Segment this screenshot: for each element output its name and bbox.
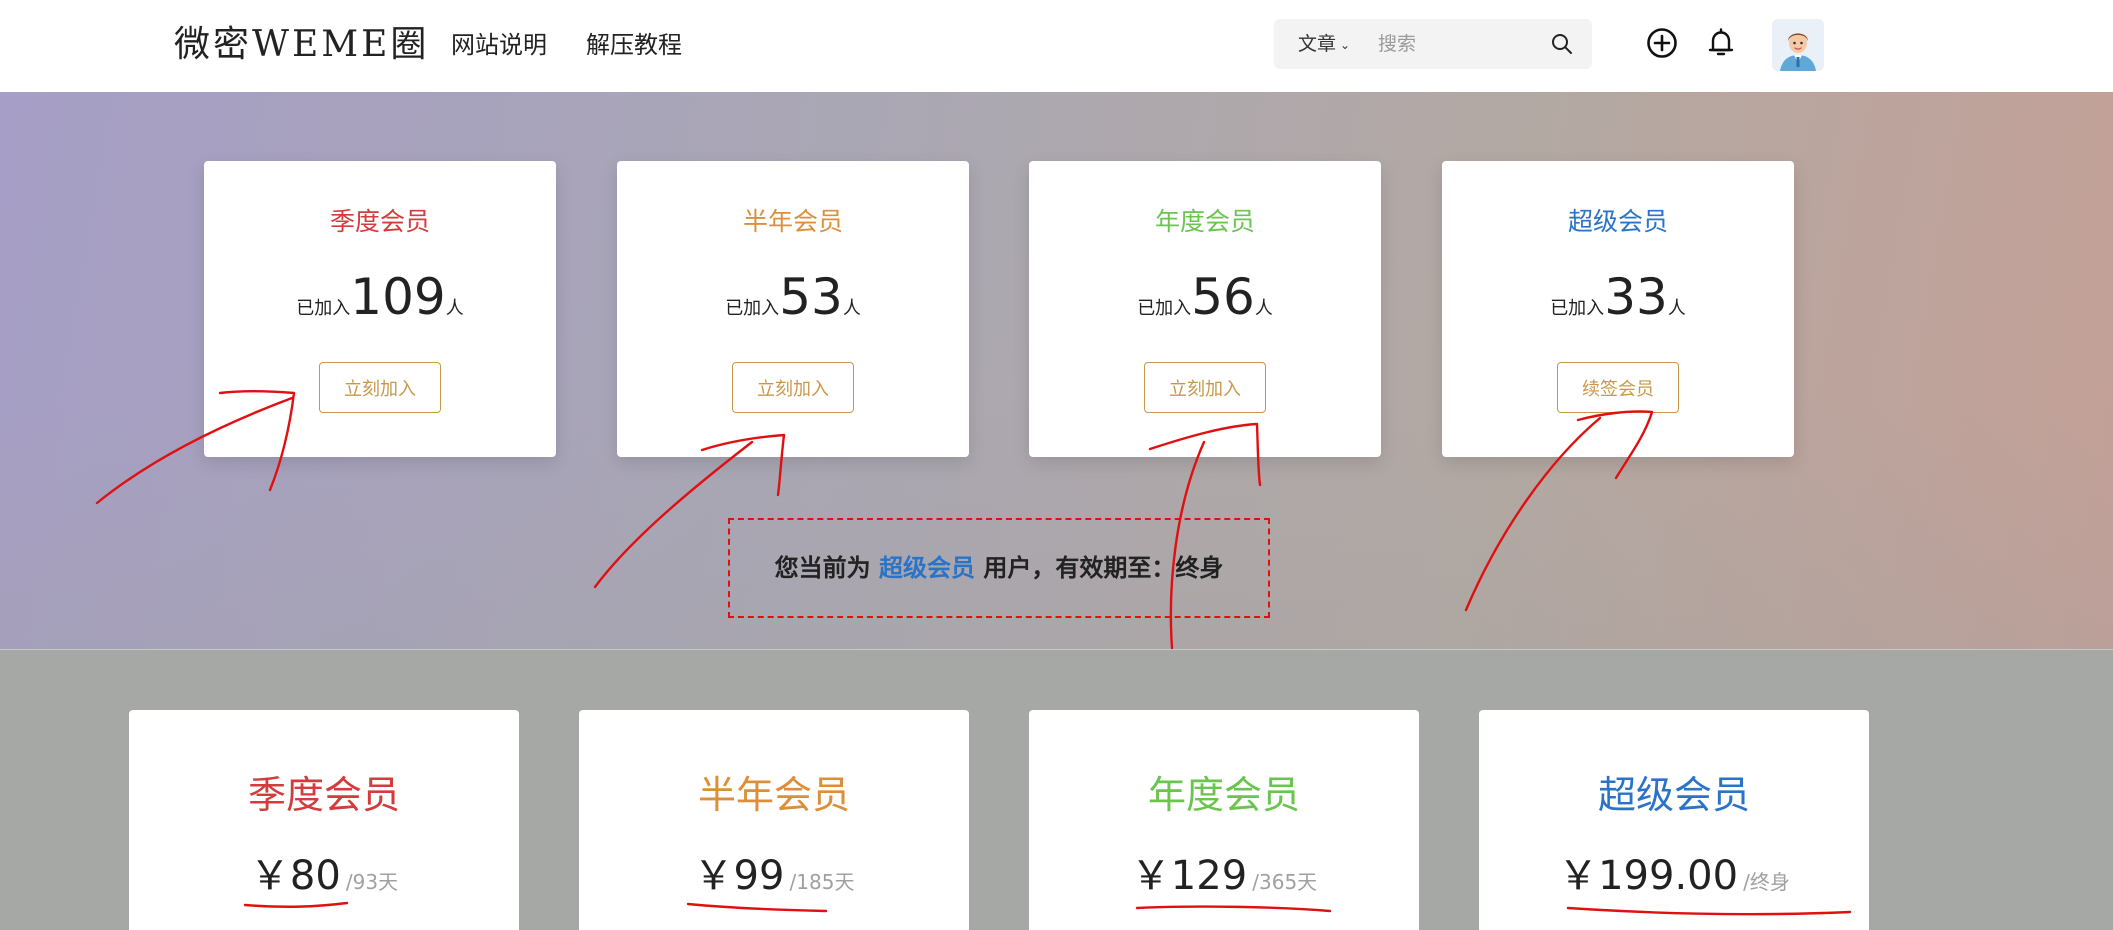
- card-member-count: 已加入53人: [617, 269, 969, 325]
- pricing-card-quarterly[interactable]: 季度会员 ￥80 /93天: [129, 710, 519, 930]
- membership-status-box: 您当前为 超级会员 用户，有效期至：终身: [728, 518, 1270, 618]
- status-prefix: 您当前为: [774, 554, 871, 582]
- joined-prefix: 已加入: [1137, 298, 1192, 319]
- search-icon[interactable]: [1550, 32, 1574, 56]
- price-amount: ￥80: [249, 853, 341, 899]
- card-title: 半年会员: [742, 207, 843, 236]
- joined-prefix: 已加入: [725, 298, 780, 319]
- price-period: /93天: [345, 870, 399, 894]
- user-avatar[interactable]: [1772, 19, 1824, 71]
- status-level: 超级会员: [879, 554, 975, 582]
- join-half-year-button[interactable]: 立刻加入: [732, 362, 854, 413]
- user-avatar-icon: [1772, 19, 1824, 71]
- pricing-price: ￥199.00 /终身: [1479, 852, 1869, 900]
- nav-item-site-info[interactable]: 网站说明: [451, 28, 547, 62]
- pricing-price: ￥99 /185天: [579, 852, 969, 900]
- pricing-title: 超级会员: [1597, 773, 1750, 817]
- search-input[interactable]: [1378, 29, 1548, 59]
- membership-status-text: 您当前为 超级会员 用户，有效期至：终身: [730, 551, 1268, 585]
- pricing-title: 半年会员: [697, 773, 850, 817]
- card-member-count: 已加入33人: [1442, 269, 1794, 325]
- card-member-count: 已加入109人: [204, 269, 556, 325]
- joined-count: 109: [350, 268, 446, 326]
- join-quarterly-button[interactable]: 立刻加入: [319, 362, 441, 413]
- joined-suffix: 人: [842, 298, 861, 319]
- pricing-card-half-year[interactable]: 半年会员 ￥99 /185天: [579, 710, 969, 930]
- price-period: /185天: [789, 870, 855, 894]
- price-period: /终身: [1743, 870, 1790, 894]
- joined-suffix: 人: [445, 298, 464, 319]
- joined-count: 53: [779, 268, 843, 326]
- join-annual-button[interactable]: 立刻加入: [1144, 362, 1266, 413]
- chevron-down-icon: ⌄: [1340, 37, 1351, 52]
- price-amount: ￥99: [693, 853, 785, 899]
- joined-count: 56: [1191, 268, 1255, 326]
- card-title: 年度会员: [1154, 207, 1255, 236]
- membership-card-half-year: 半年会员 已加入53人 立刻加入: [617, 161, 969, 457]
- price-amount: ￥199.00: [1558, 853, 1739, 899]
- joined-prefix: 已加入: [1550, 298, 1605, 319]
- card-title: 超级会员: [1567, 207, 1668, 236]
- site-header: 微密WEME圈 网站说明 解压教程 文章 ⌄: [0, 0, 2113, 92]
- price-amount: ￥129: [1130, 853, 1248, 899]
- pricing-card-annual[interactable]: 年度会员 ￥129 /365天: [1029, 710, 1419, 930]
- card-member-count: 已加入56人: [1029, 269, 1381, 325]
- card-title: 季度会员: [329, 207, 430, 236]
- joined-prefix: 已加入: [296, 298, 351, 319]
- search-type-dropdown[interactable]: 文章 ⌄: [1298, 32, 1350, 57]
- status-middle: 用户，有效期至：: [983, 554, 1176, 582]
- joined-suffix: 人: [1254, 298, 1273, 319]
- plus-circle-icon[interactable]: [1645, 26, 1679, 60]
- search-type-label: 文章: [1298, 33, 1337, 55]
- membership-card-quarterly: 季度会员 已加入109人 立刻加入: [204, 161, 556, 457]
- pricing-title: 季度会员: [247, 773, 400, 817]
- membership-card-annual: 年度会员 已加入56人 立刻加入: [1029, 161, 1381, 457]
- status-expiry: 终身: [1175, 554, 1224, 582]
- renew-super-button[interactable]: 续签会员: [1557, 362, 1679, 413]
- price-period: /365天: [1252, 870, 1318, 894]
- pricing-price: ￥129 /365天: [1029, 852, 1419, 900]
- joined-count: 33: [1604, 268, 1668, 326]
- site-logo[interactable]: 微密WEME圈: [174, 20, 429, 70]
- membership-card-super: 超级会员 已加入33人 续签会员: [1442, 161, 1794, 457]
- pricing-price: ￥80 /93天: [129, 852, 519, 900]
- nav-item-unzip-tutorial[interactable]: 解压教程: [586, 28, 682, 62]
- bell-icon[interactable]: [1704, 26, 1738, 60]
- joined-suffix: 人: [1667, 298, 1686, 319]
- search-bar: 文章 ⌄: [1274, 19, 1592, 69]
- pricing-card-super[interactable]: 超级会员 ￥199.00 /终身: [1479, 710, 1869, 930]
- pricing-title: 年度会员: [1147, 773, 1300, 817]
